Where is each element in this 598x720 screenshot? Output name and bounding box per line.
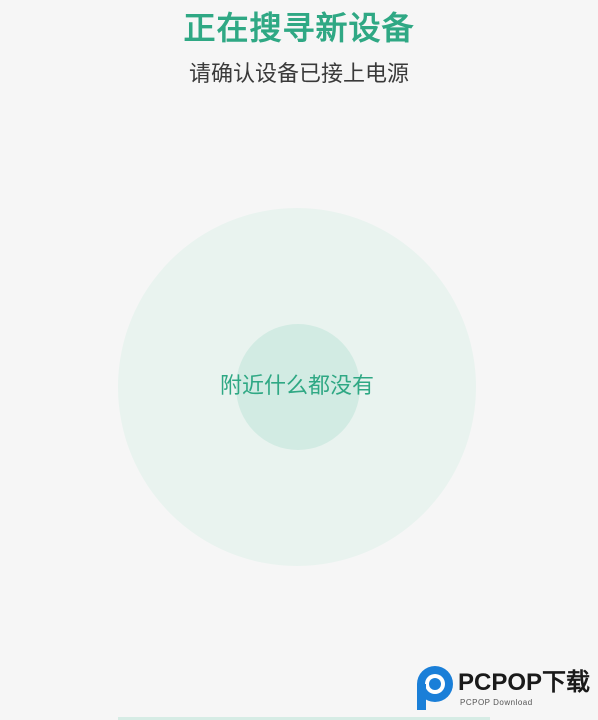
watermark: PCPOP下载 PCPOP Download bbox=[414, 664, 596, 714]
pcpop-logo-icon bbox=[417, 666, 453, 710]
watermark-brand: PCPOP下载 bbox=[458, 669, 591, 696]
watermark-tagline: PCPOP Download bbox=[460, 698, 533, 707]
page-title: 正在搜寻新设备 bbox=[183, 9, 415, 47]
empty-state-text: 附近什么都没有 bbox=[219, 374, 374, 399]
device-search-screen: 正在搜寻新设备 请确认设备已接上电源 附近什么都没有 PCPOP下载 PCPOP… bbox=[0, 0, 598, 720]
page-subtitle: 请确认设备已接上电源 bbox=[188, 62, 409, 87]
